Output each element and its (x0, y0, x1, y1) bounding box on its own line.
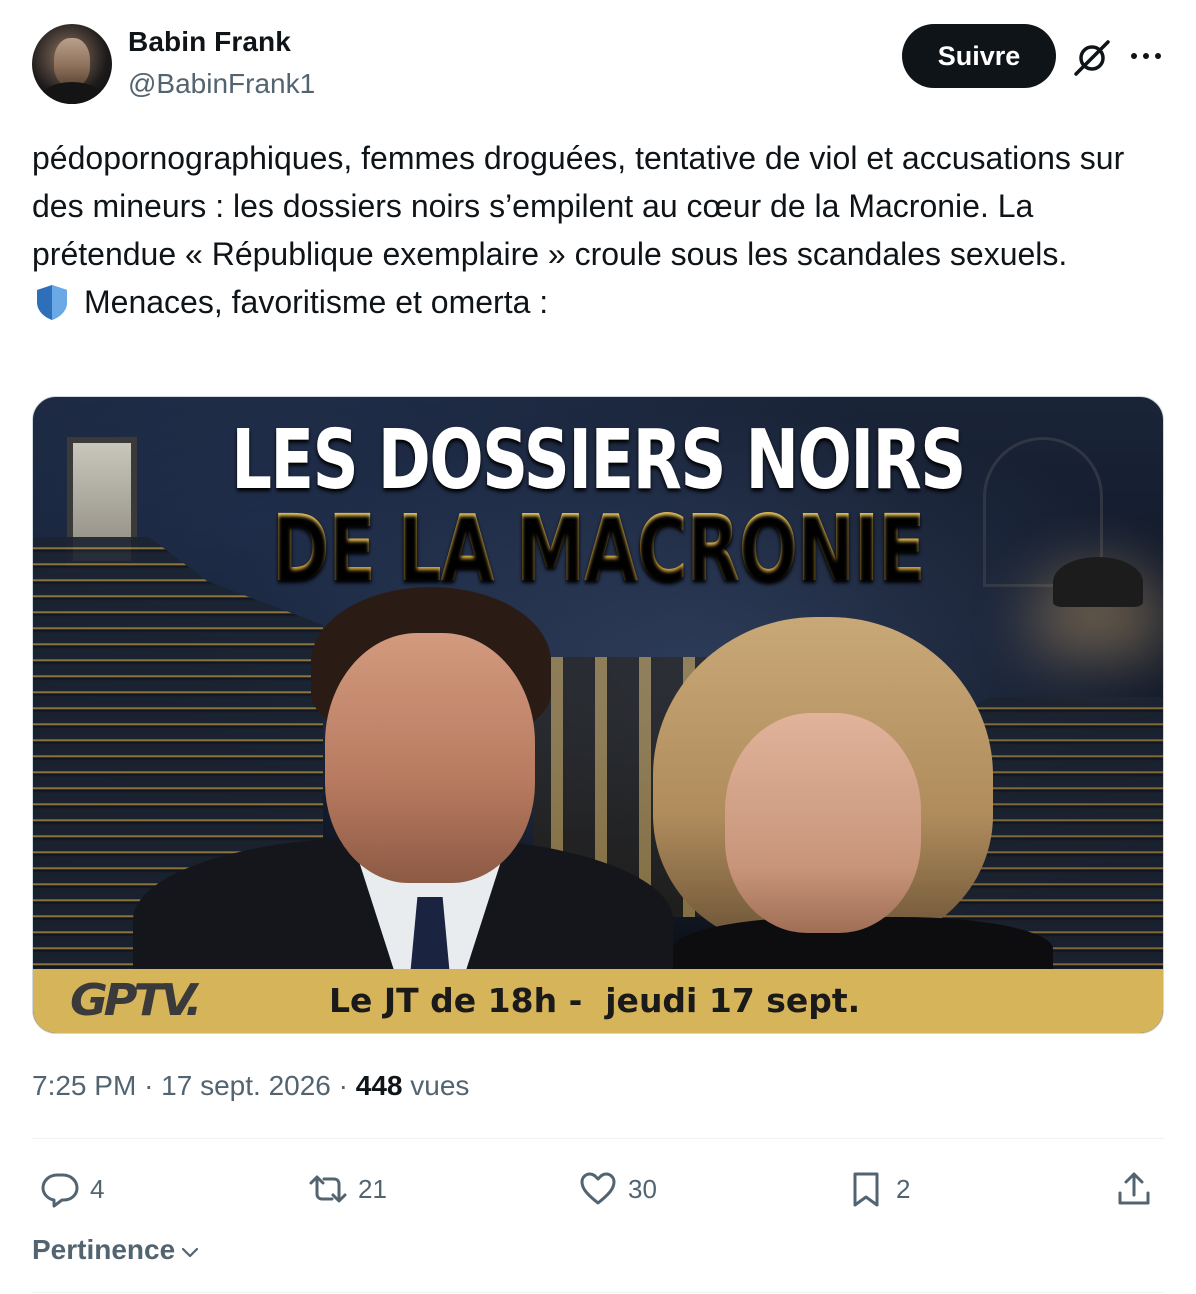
tweet-shield-text: Menaces, favoritisme et omerta : (84, 284, 549, 320)
avatar-face (54, 38, 90, 86)
media-headline-line1: LES DOSSIERS NOIRS (231, 413, 966, 508)
like-button[interactable]: 30 (578, 1164, 657, 1214)
tweet-date[interactable]: 17 sept. 2026 (161, 1070, 331, 1101)
grok-icon[interactable] (1070, 36, 1114, 80)
media-headline-line2: DE LA MACRONIE (169, 495, 1028, 602)
share-icon (1118, 1172, 1150, 1205)
like-count: 30 (628, 1173, 657, 1204)
tweet-meta: 7:25 PM · 17 sept. 2026 · 448 vues (32, 1070, 469, 1102)
person-right-face (725, 713, 921, 933)
repost-count: 21 (358, 1173, 387, 1204)
author-handle[interactable]: @BabinFrank1 (128, 68, 315, 100)
reply-icon (41, 1173, 79, 1208)
author-avatar[interactable] (32, 24, 112, 104)
repost-icon (309, 1175, 347, 1203)
reply-count: 4 (90, 1173, 105, 1204)
bookmark-icon (853, 1172, 879, 1207)
chevron-down-icon (182, 1247, 199, 1258)
reply-button[interactable]: 4 (40, 1164, 104, 1214)
views-label: vues (410, 1070, 470, 1101)
media-person-left (93, 587, 673, 1017)
media-banner: GPTV. Le JT de 18h - jeudi 17 sept. (33, 969, 1163, 1033)
views-count: 448 (355, 1070, 403, 1101)
divider (32, 1292, 1164, 1293)
shield-icon (37, 285, 67, 320)
tweet-shield-line: Menaces, favoritisme et omerta : (32, 278, 1172, 326)
like-icon (580, 1172, 616, 1205)
person-left-face (325, 633, 535, 883)
meta-separator: · (338, 1070, 356, 1101)
bookmark-button[interactable]: 2 (846, 1164, 910, 1214)
tweet-time[interactable]: 7:25 PM (32, 1070, 136, 1101)
media-desk-lamp (1053, 557, 1143, 607)
tweet-media-image[interactable]: LES DOSSIERS NOIRS DE LA MACRONIE GPTV. … (32, 396, 1164, 1034)
sort-label: Pertinence (32, 1234, 176, 1265)
follow-button[interactable]: Suivre (902, 24, 1056, 88)
meta-separator: · (144, 1070, 162, 1101)
media-banner-text: Le JT de 18h - jeudi 17 sept. (329, 981, 861, 1020)
tweet-text: pédopornographiques, femmes droguées, te… (32, 134, 1172, 326)
divider (32, 1138, 1164, 1139)
replies-sort-selector[interactable]: Pertinence (32, 1234, 201, 1266)
action-bar: 4 21 30 2 (32, 1164, 1164, 1214)
bookmark-count: 2 (896, 1173, 911, 1204)
share-button[interactable] (1114, 1164, 1154, 1214)
media-person-right (613, 617, 1073, 997)
tweet-paragraph: pédopornographiques, femmes droguées, te… (32, 140, 1125, 272)
media-logo: GPTV. (69, 975, 203, 1026)
avatar-shoulders (38, 82, 106, 104)
more-icon[interactable] (1126, 36, 1166, 76)
repost-button[interactable]: 21 (308, 1164, 387, 1214)
author-display-name[interactable]: Babin Frank (128, 26, 291, 58)
